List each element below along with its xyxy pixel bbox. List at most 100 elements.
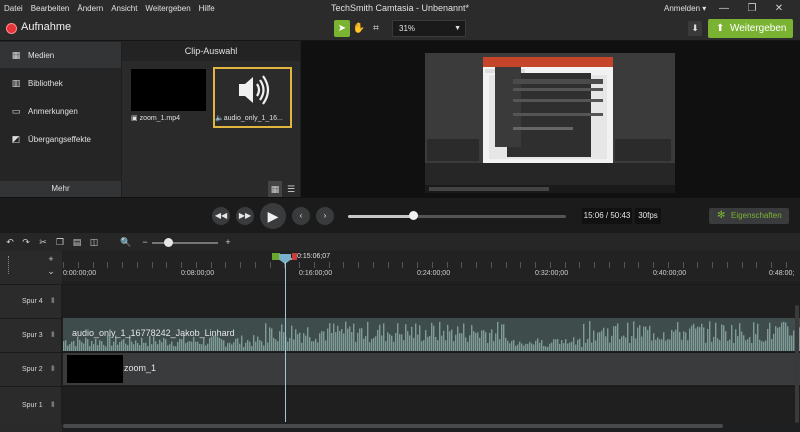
waveform-bar bbox=[455, 334, 457, 351]
crop-tool-icon[interactable]: ⌗ bbox=[368, 20, 384, 37]
split-icon[interactable]: ◫ bbox=[87, 236, 101, 248]
collapse-icon[interactable]: ⌄ bbox=[44, 265, 58, 277]
ruler-tick bbox=[447, 262, 448, 268]
restore-icon[interactable]: ❐ bbox=[740, 0, 764, 17]
record-button[interactable]: Aufnahme bbox=[21, 21, 71, 33]
timeline-audio-clip[interactable]: audio_only_1_16778242_Jakob_Linhard bbox=[63, 318, 800, 351]
previous-icon[interactable]: ‹ bbox=[292, 207, 310, 225]
ruler-tick bbox=[520, 262, 521, 268]
waveform-bar bbox=[119, 341, 121, 351]
track-4[interactable]: Spur 4 ▮ bbox=[0, 284, 800, 318]
properties-button[interactable]: ✻ Eigenschaften bbox=[709, 208, 789, 224]
close-icon[interactable]: ✕ bbox=[767, 0, 791, 17]
lock-icon[interactable]: ▮ bbox=[51, 330, 55, 338]
menu-bearbeiten[interactable]: Bearbeiten bbox=[27, 4, 74, 13]
share-button[interactable]: ⬆ Weitergeben bbox=[708, 19, 793, 38]
zoom-out-icon[interactable]: − bbox=[138, 236, 152, 248]
waveform-bar bbox=[145, 342, 147, 351]
timeline-video-clip[interactable]: zoom_1 bbox=[63, 353, 800, 385]
waveform-bar bbox=[599, 332, 601, 351]
menu-ansicht[interactable]: Ansicht bbox=[107, 4, 141, 13]
waveform-bar bbox=[473, 331, 475, 351]
waveform-bar bbox=[651, 340, 653, 351]
waveform-bar bbox=[477, 332, 479, 351]
select-tool-icon[interactable]: ➤ bbox=[334, 20, 350, 37]
waveform-bar bbox=[153, 336, 155, 351]
play-button[interactable]: ▶ bbox=[260, 203, 286, 229]
lock-icon[interactable]: ▮ bbox=[51, 296, 55, 304]
sidebar-item-bibliothek[interactable]: ▥ Bibliothek bbox=[0, 70, 121, 96]
waveform-bar bbox=[251, 345, 253, 351]
menu-aendern[interactable]: Ändern bbox=[73, 4, 107, 13]
zoom-select[interactable]: 31% ▼ bbox=[392, 20, 466, 37]
more-button[interactable]: Mehr bbox=[0, 181, 121, 197]
waveform-bar bbox=[331, 332, 333, 351]
paste-icon[interactable]: ▤ bbox=[70, 236, 84, 248]
horizontal-scrollbar[interactable] bbox=[63, 424, 723, 428]
track-header[interactable]: Spur 4 ▮ bbox=[0, 285, 62, 318]
lock-icon[interactable]: ▮ bbox=[51, 400, 55, 408]
waveform-bar bbox=[577, 339, 579, 351]
minimize-icon[interactable]: — bbox=[712, 0, 736, 17]
transition-icon: ◩ bbox=[11, 134, 21, 144]
clip-name: zoom_1.mp4 bbox=[139, 115, 181, 122]
clip-item-video[interactable]: ▣ zoom_1.mp4 bbox=[131, 69, 206, 126]
waveform-bar bbox=[205, 345, 207, 351]
waveform-bar bbox=[63, 341, 65, 351]
sidebar-item-anmerkungen[interactable]: ▭ Anmerkungen bbox=[0, 98, 121, 124]
menu-weitergeben[interactable]: Weitergeben bbox=[141, 4, 194, 13]
track-lane[interactable] bbox=[62, 387, 800, 424]
ruler-tick bbox=[388, 262, 389, 268]
waveform-bar bbox=[647, 329, 649, 351]
track-height-icon[interactable] bbox=[8, 256, 16, 274]
step-forward-icon[interactable]: ▶▶ bbox=[236, 207, 254, 225]
track-1[interactable]: Spur 1 ▮ bbox=[0, 386, 800, 424]
track-header[interactable]: Spur 2 ▮ bbox=[0, 353, 62, 386]
ruler-tick bbox=[668, 262, 669, 268]
clip-item-audio[interactable]: 🔈audio_only_1_16... bbox=[213, 67, 292, 128]
waveform-bar bbox=[243, 346, 245, 351]
waveform-bar bbox=[451, 329, 453, 351]
waveform-bar bbox=[447, 324, 449, 351]
copy-icon[interactable]: ❐ bbox=[53, 236, 67, 248]
in-point-marker[interactable] bbox=[272, 253, 280, 260]
add-track-icon[interactable]: + bbox=[44, 253, 58, 265]
ruler-tick bbox=[329, 262, 330, 268]
sidebar-item-medien[interactable]: ▦ Medien bbox=[0, 42, 121, 68]
vertical-scrollbar[interactable] bbox=[795, 305, 799, 423]
zoom-in-icon[interactable]: + bbox=[221, 236, 235, 248]
waveform-bar bbox=[471, 325, 473, 351]
waveform-bar bbox=[713, 336, 715, 351]
menu-hilfe[interactable]: Hilfe bbox=[195, 4, 219, 13]
preview-frame[interactable] bbox=[425, 53, 675, 193]
ruler-tick bbox=[727, 262, 728, 268]
download-icon[interactable]: ⬇ bbox=[688, 21, 702, 36]
track-header[interactable]: Spur 3 ▮ bbox=[0, 319, 62, 352]
waveform-bar bbox=[357, 332, 359, 351]
waveform-bar bbox=[621, 336, 623, 351]
grid-view-icon[interactable]: ▦ bbox=[268, 181, 282, 197]
waveform-bar bbox=[639, 325, 641, 351]
waveform-bar bbox=[87, 339, 89, 351]
timeline-zoom-handle[interactable] bbox=[164, 238, 173, 247]
pan-tool-icon[interactable]: ✋ bbox=[351, 20, 367, 37]
signin-button[interactable]: Anmelden ▾ bbox=[664, 0, 706, 17]
track-lane[interactable] bbox=[62, 285, 800, 318]
menu-datei[interactable]: Datei bbox=[0, 4, 27, 13]
lock-icon[interactable]: ▮ bbox=[51, 364, 55, 372]
next-icon[interactable]: › bbox=[316, 207, 334, 225]
ruler-tick bbox=[506, 262, 507, 268]
undo-icon[interactable]: ↶ bbox=[3, 236, 17, 248]
track-header[interactable]: Spur 1 ▮ bbox=[0, 387, 62, 424]
redo-icon[interactable]: ↷ bbox=[19, 236, 33, 248]
waveform-bar bbox=[407, 331, 409, 351]
timeline-zoom-slider[interactable] bbox=[152, 242, 218, 244]
cut-icon[interactable]: ✂ bbox=[36, 236, 50, 248]
sidebar-item-uebergangseffekte[interactable]: ◩ Übergangseffekte bbox=[0, 126, 121, 152]
waveform-bar bbox=[475, 332, 477, 351]
waveform-bar bbox=[747, 339, 749, 351]
record-icon[interactable] bbox=[6, 23, 17, 34]
step-back-icon[interactable]: ◀◀ bbox=[212, 207, 230, 225]
list-view-icon[interactable]: ☰ bbox=[284, 181, 298, 197]
ruler-label: 0:48:00; bbox=[769, 270, 795, 277]
